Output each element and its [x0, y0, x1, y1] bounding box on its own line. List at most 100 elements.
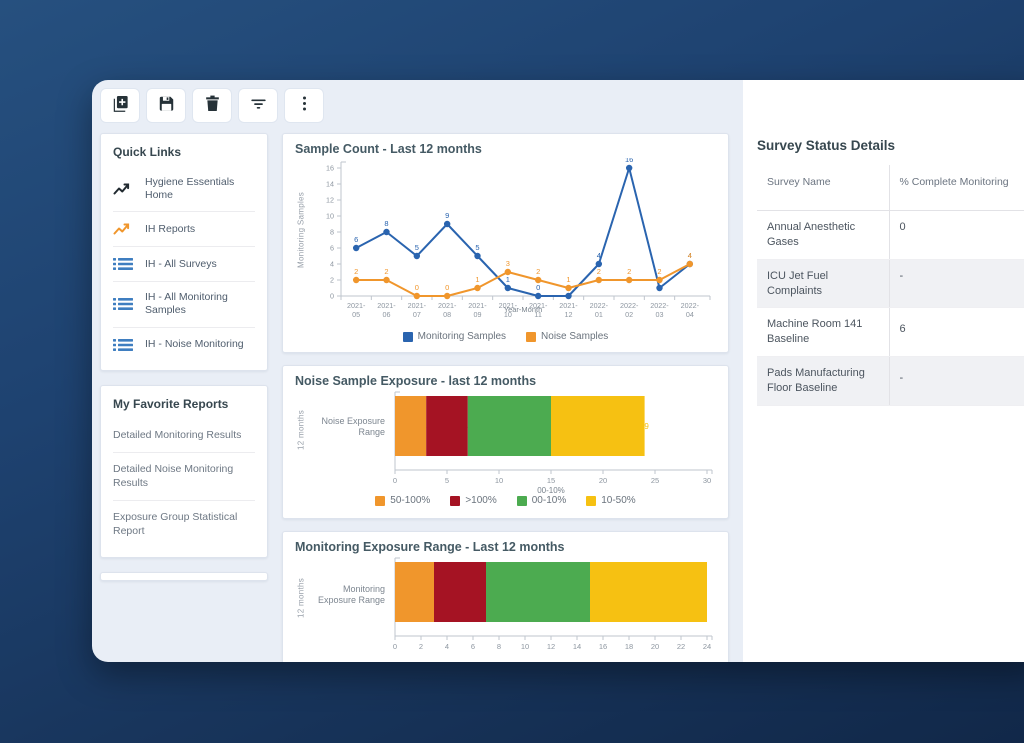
svg-text:16: 16	[326, 164, 334, 173]
table-row: Annual Anesthetic Gases 0	[757, 211, 1024, 260]
delete-button[interactable]	[192, 88, 232, 123]
chart-title: Noise Sample Exposure - last 12 months	[295, 374, 716, 388]
legend-swatch	[586, 496, 596, 506]
list-icon	[113, 296, 133, 312]
svg-text:08: 08	[443, 310, 451, 319]
category-label: Noise Exposure Range	[309, 416, 385, 439]
favorite-report-detailed-noise-monitoring-results[interactable]: Detailed Noise Monitoring Results	[113, 452, 255, 500]
more-button[interactable]	[284, 88, 324, 123]
svg-text:2022-: 2022-	[620, 301, 639, 310]
svg-text:5: 5	[415, 243, 419, 252]
survey-value-cell: 6	[889, 308, 1024, 357]
svg-text:2: 2	[384, 267, 388, 276]
survey-table: Survey Name % Complete Monitoring Annual…	[757, 165, 1024, 406]
svg-text:6: 6	[471, 642, 475, 651]
chart-legend: Monitoring Samples Noise Samples	[295, 331, 716, 342]
main-panel: Quick Links Hygiene Essentials Home IH R…	[92, 80, 1024, 662]
svg-text:4: 4	[688, 251, 692, 260]
svg-text:2022-: 2022-	[590, 301, 609, 310]
svg-text:8: 8	[497, 642, 501, 651]
svg-text:02: 02	[625, 310, 633, 319]
y-axis-label: Monitoring Samples	[295, 158, 307, 302]
svg-text:6: 6	[330, 244, 334, 253]
svg-text:0: 0	[393, 476, 397, 485]
svg-text:2: 2	[330, 276, 334, 285]
sidebar-item-label: IH - All Monitoring Samples	[145, 291, 255, 317]
favorite-report-detailed-monitoring-results[interactable]: Detailed Monitoring Results	[113, 419, 255, 453]
svg-text:0: 0	[393, 642, 397, 651]
svg-text:2: 2	[597, 267, 601, 276]
svg-text:0: 0	[536, 283, 540, 292]
favorite-reports-card: My Favorite Reports Detailed Monitoring …	[100, 385, 268, 558]
svg-text:5: 5	[445, 476, 449, 485]
svg-text:8: 8	[384, 219, 388, 228]
svg-text:10: 10	[521, 642, 529, 651]
legend-swatch	[526, 332, 536, 342]
stacked-bar-svg: 024681012141618202224	[295, 556, 716, 662]
svg-text:20: 20	[651, 642, 659, 651]
group-label: 12 months	[295, 556, 307, 640]
svg-text:01: 01	[595, 310, 603, 319]
svg-text:22: 22	[677, 642, 685, 651]
svg-text:12: 12	[565, 310, 573, 319]
svg-text:2022-: 2022-	[650, 301, 669, 310]
svg-text:2: 2	[657, 267, 661, 276]
svg-text:2021-: 2021-	[438, 301, 457, 310]
sample-count-chart-card: Sample Count - Last 12 months Monitoring…	[282, 133, 729, 353]
sidebar-item-ih-all-surveys[interactable]: IH - All Surveys	[113, 246, 255, 281]
svg-text:1: 1	[566, 275, 570, 284]
save-button[interactable]	[146, 88, 186, 123]
svg-text:2: 2	[536, 267, 540, 276]
survey-name-cell: Machine Room 141 Baseline	[757, 308, 889, 357]
sidebar-item-ih-noise-monitoring[interactable]: IH - Noise Monitoring	[113, 327, 255, 362]
filter-button[interactable]	[238, 88, 278, 123]
chart-title: Sample Count - Last 12 months	[295, 142, 716, 156]
legend-label: >100%	[465, 495, 496, 506]
group-label: 12 months	[295, 390, 307, 470]
svg-text:0: 0	[415, 283, 419, 292]
sidebar-item-hygiene-essentials-home[interactable]: Hygiene Essentials Home	[113, 167, 255, 211]
svg-text:24: 24	[703, 642, 711, 651]
svg-text:2021-: 2021-	[408, 301, 427, 310]
sidebar-item-ih-all-monitoring-samples[interactable]: IH - All Monitoring Samples	[113, 281, 255, 326]
legend-label: 10-50%	[601, 495, 635, 506]
svg-text:6: 6	[354, 235, 358, 244]
trend-line-icon	[113, 221, 133, 237]
table-header-row: Survey Name % Complete Monitoring	[757, 165, 1024, 211]
copy-button[interactable]	[100, 88, 140, 123]
svg-text:2022-: 2022-	[681, 301, 700, 310]
toolbar	[100, 88, 743, 123]
content: Quick Links Hygiene Essentials Home IH R…	[100, 133, 743, 662]
svg-text:4: 4	[330, 260, 334, 269]
svg-text:0: 0	[445, 283, 449, 292]
sidebar-item-ih-reports[interactable]: IH Reports	[113, 211, 255, 246]
svg-text:1: 1	[506, 275, 510, 284]
svg-text:16: 16	[625, 158, 633, 164]
svg-text:30: 30	[703, 476, 711, 485]
line-chart-svg: 02468101214162021-052021-062021-072021-0…	[295, 158, 716, 330]
legend-label: 00-10%	[532, 495, 566, 506]
sidebar-item-label: IH - All Surveys	[145, 258, 217, 271]
svg-text:2: 2	[354, 267, 358, 276]
svg-text:14: 14	[326, 180, 334, 189]
table-row: Machine Room 141 Baseline 6	[757, 308, 1024, 357]
svg-text:18: 18	[625, 642, 633, 651]
svg-text:0: 0	[330, 292, 334, 301]
svg-text:06: 06	[383, 310, 391, 319]
svg-text:2021-: 2021-	[559, 301, 578, 310]
legend-label: Noise Samples	[541, 331, 608, 342]
favorite-report-exposure-group-statistical-report[interactable]: Exposure Group Statistical Report	[113, 500, 255, 548]
survey-status-title: Survey Status Details	[757, 138, 1024, 153]
svg-text:15: 15	[547, 476, 555, 485]
save-icon	[157, 94, 176, 118]
svg-text:12: 12	[547, 642, 555, 651]
svg-text:05: 05	[352, 310, 360, 319]
panel-left: Quick Links Hygiene Essentials Home IH R…	[92, 80, 743, 662]
svg-text:8: 8	[330, 228, 334, 237]
table-row: ICU Jet Fuel Complaints -	[757, 259, 1024, 308]
favorite-reports-title: My Favorite Reports	[113, 395, 255, 419]
quick-links-card: Quick Links Hygiene Essentials Home IH R…	[100, 133, 268, 371]
svg-text:25: 25	[651, 476, 659, 485]
svg-text:1: 1	[475, 275, 479, 284]
legend-swatch	[517, 496, 527, 506]
